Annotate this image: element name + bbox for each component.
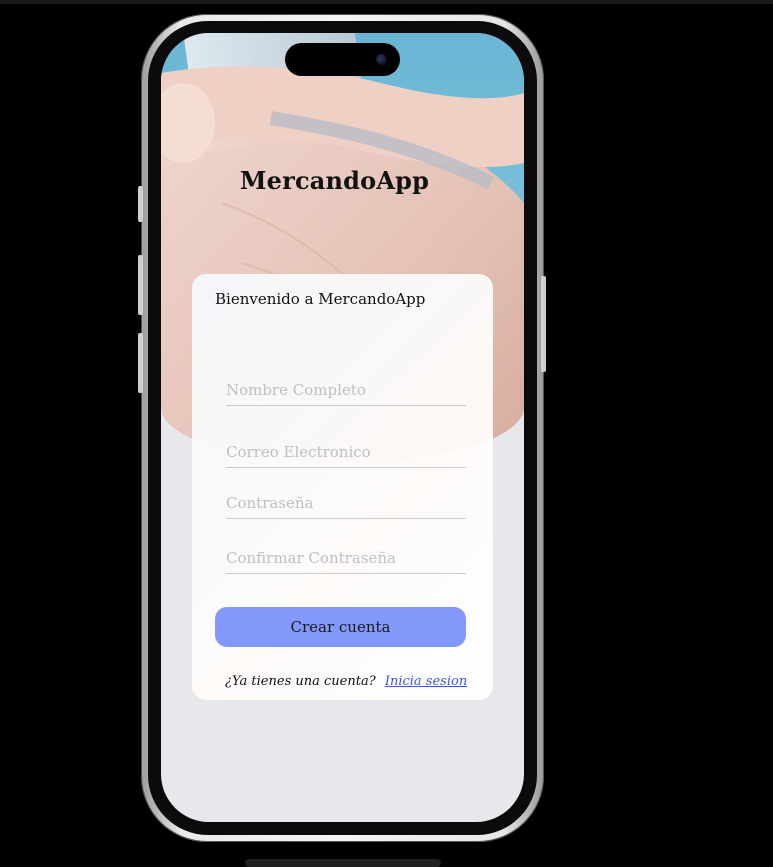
email-input[interactable] xyxy=(226,437,466,468)
app-title: MercandoApp xyxy=(239,166,430,195)
signup-card: Bienvenido a MercandoApp Crear cuenta ¿Y… xyxy=(192,274,493,700)
login-link[interactable]: Inicia sesion xyxy=(385,674,467,689)
welcome-heading: Bienvenido a MercandoApp xyxy=(215,290,426,308)
full-name-input[interactable] xyxy=(226,375,466,406)
volume-down-button xyxy=(138,333,143,393)
login-prompt: ¿Ya tienes una cuenta? Inicia sesion xyxy=(225,674,467,689)
password-input[interactable] xyxy=(226,488,466,519)
phone-screen: MercandoApp Bienvenido a MercandoApp Cre… xyxy=(161,33,524,822)
create-account-button[interactable]: Crear cuenta xyxy=(215,607,466,647)
power-button xyxy=(541,276,546,372)
action-button xyxy=(138,186,143,222)
volume-up-button xyxy=(138,255,143,315)
window-top-strip xyxy=(0,0,773,4)
front-camera-icon xyxy=(376,54,387,65)
confirm-password-input[interactable] xyxy=(226,543,466,574)
have-account-text: ¿Ya tienes una cuenta? xyxy=(225,674,376,689)
dynamic-island xyxy=(285,43,400,76)
